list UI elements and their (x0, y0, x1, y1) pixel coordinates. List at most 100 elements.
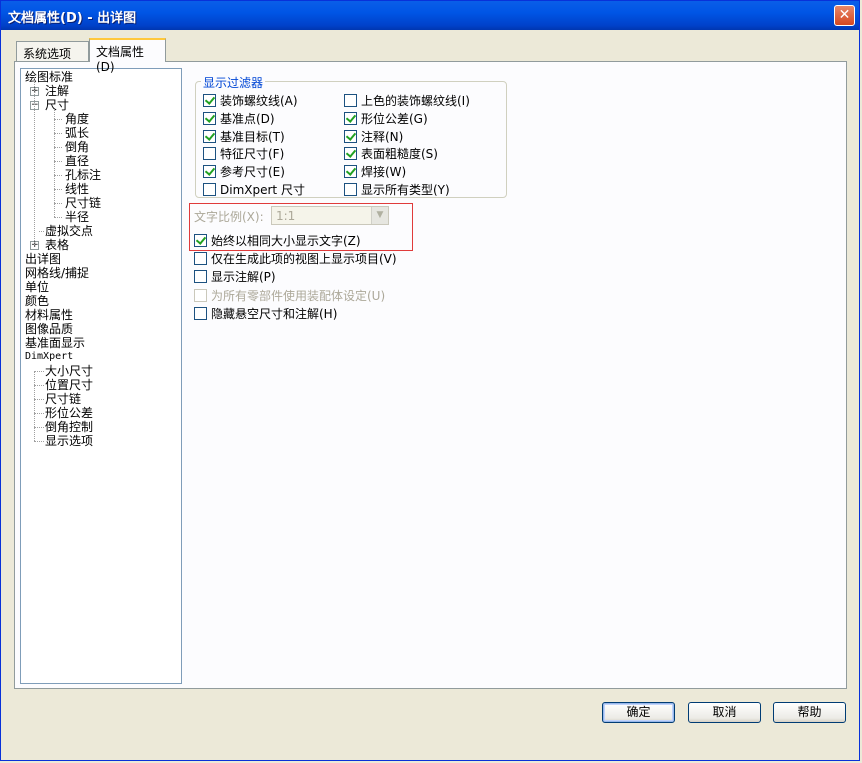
tree-item[interactable]: 尺寸 (45, 98, 69, 112)
filter-right-1-checkbox[interactable]: 形位公差(G) (344, 110, 428, 127)
checkbox-label: 基准目标(T) (220, 129, 285, 144)
checkbox-box[interactable] (194, 252, 207, 265)
checkbox-box[interactable] (344, 129, 357, 143)
checkbox-label: 注释(N) (361, 129, 404, 144)
tree-item[interactable]: 注解 (45, 84, 69, 98)
tree-connector (34, 371, 35, 441)
display-filter-title: 显示过滤器 (201, 74, 266, 91)
tree-item[interactable]: 虚拟交点 (45, 224, 93, 238)
checkbox-box[interactable] (203, 111, 216, 125)
tree-item[interactable]: 网格线/捕捉 (25, 266, 89, 280)
filter-left-3-checkbox[interactable]: 特征尺寸(F) (203, 145, 284, 162)
checkbox-box[interactable] (203, 94, 216, 107)
checkbox-label: 仅在生成此项的视图上显示项目(V) (211, 252, 397, 266)
filter-left-1-checkbox[interactable]: 基准点(D) (203, 110, 275, 127)
tab-system-options[interactable]: 系统选项(S) (16, 41, 89, 76)
ok-button[interactable]: 确定 (602, 702, 675, 723)
option-0-checkbox[interactable]: 始终以相同大小显示文字(Z) (194, 232, 361, 249)
checkbox-label: 形位公差(G) (361, 111, 428, 126)
filter-left-2-checkbox[interactable]: 基准目标(T) (203, 128, 285, 145)
checkbox-label: DimXpert 尺寸 (220, 183, 305, 197)
tree-connector (54, 109, 55, 217)
tree-connector (54, 203, 62, 204)
cancel-button-label: 取消 (712, 705, 737, 719)
checkbox-box[interactable] (194, 307, 207, 320)
cancel-button[interactable]: 取消 (688, 702, 761, 723)
tree-connector (54, 189, 62, 190)
tree-item[interactable]: 出详图 (25, 252, 62, 266)
checkbox-box[interactable] (344, 111, 357, 125)
checkbox-label: 表面粗糙度(S) (361, 147, 438, 162)
checkbox-label: 始终以相同大小显示文字(Z) (211, 234, 361, 248)
close-button[interactable]: ✕ (834, 5, 855, 26)
title-bar[interactable]: 文档属性(D) - 出详图 ✕ (1, 1, 859, 30)
options-tree[interactable]: 绘图标准 注解 + 尺寸 − 角度 弧长 倒角 直径 孔标注 线性 尺寸链 半径 虚拟交点 表格 + 出详图 网格… (20, 68, 182, 684)
option-4-checkbox[interactable]: 隐藏悬空尺寸和注解(H) (194, 305, 337, 322)
tree-connector (34, 427, 44, 428)
checkbox-box[interactable] (203, 183, 216, 196)
checkbox-label: 显示注解(P) (211, 270, 276, 284)
tree-item[interactable]: 倒角 (65, 140, 89, 154)
filter-left-5-checkbox[interactable]: DimXpert 尺寸 (203, 181, 305, 198)
checkbox-label: 特征尺寸(F) (220, 147, 285, 162)
filter-right-5-checkbox[interactable]: 显示所有类型(Y) (344, 181, 450, 198)
tree-item[interactable]: 线性 (65, 182, 89, 196)
tree-item[interactable]: 弧长 (65, 126, 89, 140)
tree-connector (34, 77, 35, 245)
checkbox-label: 为所有零部件使用装配体设定(U) (211, 289, 386, 303)
tree-item[interactable]: 尺寸链 (45, 392, 81, 406)
filter-left-4-checkbox[interactable]: 参考尺寸(E) (203, 163, 285, 180)
filter-right-4-checkbox[interactable]: 焊接(W) (344, 163, 406, 180)
checkbox-box[interactable] (203, 165, 216, 179)
filter-right-3-checkbox[interactable]: 表面粗糙度(S) (344, 145, 438, 162)
checkbox-box[interactable] (344, 94, 357, 107)
help-button-label: 帮助 (797, 705, 822, 719)
tree-connector (54, 175, 62, 176)
tree-item[interactable]: 孔标注 (65, 168, 101, 182)
checkbox-box[interactable] (344, 165, 357, 179)
tree-item[interactable]: 直径 (65, 154, 89, 168)
tree-connector (34, 399, 44, 400)
checkbox-box[interactable] (203, 129, 216, 143)
filter-left-0-checkbox[interactable]: 装饰螺纹线(A) (203, 92, 298, 109)
checkbox-box[interactable] (203, 147, 216, 161)
close-icon: ✕ (838, 7, 851, 23)
tree-item[interactable]: 表格 (45, 238, 69, 252)
tab-document-properties[interactable]: 文档属性(D) (89, 38, 166, 74)
tree-item[interactable]: 倒角控制 (45, 420, 93, 434)
checkbox-label: 装饰螺纹线(A) (220, 94, 298, 108)
tree-item[interactable]: 大小尺寸 (45, 364, 93, 378)
filter-right-0-checkbox[interactable]: 上色的装饰螺纹线(I) (344, 92, 470, 109)
tree-item[interactable]: 尺寸链 (65, 196, 101, 210)
checkbox-label: 基准点(D) (220, 111, 275, 126)
tree-item[interactable]: 显示选项 (45, 434, 93, 448)
option-2-checkbox[interactable]: 显示注解(P) (194, 268, 276, 285)
tree-connector (54, 133, 62, 134)
tree-item[interactable]: 颜色 (25, 294, 49, 308)
tree-connector (54, 119, 62, 120)
tree-item[interactable]: DimXpert (25, 350, 73, 364)
checkbox-box[interactable] (194, 270, 207, 283)
ok-button-label: 确定 (626, 705, 651, 719)
window-title: 文档属性(D) - 出详图 (8, 11, 137, 26)
tree-item[interactable]: 形位公差 (45, 406, 93, 420)
tree-item[interactable]: 绘图标准 (25, 70, 73, 84)
tree-item[interactable]: 角度 (65, 112, 89, 126)
filter-right-2-checkbox[interactable]: 注释(N) (344, 128, 403, 145)
tree-connector (54, 217, 62, 218)
checkbox-box[interactable] (194, 234, 207, 247)
help-button[interactable]: 帮助 (773, 702, 846, 723)
tree-item[interactable]: 单位 (25, 280, 49, 294)
tree-item[interactable]: 位置尺寸 (45, 378, 93, 392)
checkbox-label: 焊接(W) (361, 165, 407, 180)
tree-item[interactable]: 半径 (65, 210, 89, 224)
checkbox-box[interactable] (344, 147, 357, 161)
tree-connector (34, 441, 44, 442)
tree-item[interactable]: 图像品质 (25, 322, 73, 336)
checkbox-box[interactable] (344, 183, 357, 196)
checkbox-label: 显示所有类型(Y) (361, 183, 450, 197)
tree-connector (34, 413, 44, 414)
tree-item[interactable]: 基准面显示 (25, 336, 85, 350)
option-1-checkbox[interactable]: 仅在生成此项的视图上显示项目(V) (194, 250, 397, 267)
tree-item[interactable]: 材料属性 (25, 308, 73, 322)
